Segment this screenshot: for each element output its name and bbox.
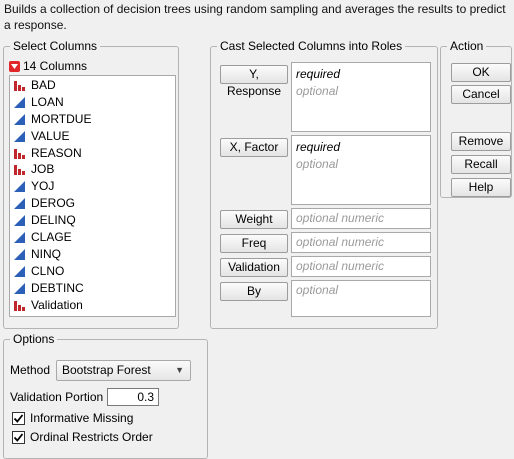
by-placeholder: optional — [296, 283, 339, 297]
column-item-mortdue[interactable]: MORTDUE — [10, 111, 175, 128]
column-item-derog[interactable]: DEROG — [10, 195, 175, 212]
recall-button[interactable]: Recall — [451, 155, 511, 174]
x-factor-optional: optional — [296, 157, 339, 171]
column-item-label: Validation — [31, 297, 83, 312]
chevron-down-icon: ▼ — [175, 365, 184, 375]
continuous-triangle-icon — [13, 113, 26, 126]
column-item-label: CLAGE — [31, 230, 72, 245]
cast-roles-title: Cast Selected Columns into Roles — [217, 38, 406, 54]
column-item-bad[interactable]: BAD — [10, 77, 175, 94]
method-label: Method — [10, 363, 51, 377]
informative-missing-row[interactable]: Informative Missing — [12, 410, 133, 426]
options-panel: Options Method Bootstrap Forest ▼ Valida… — [3, 331, 208, 459]
continuous-triangle-icon — [13, 214, 26, 227]
columns-list[interactable]: BAD LOAN MORTDUE VALUE REASON JOB YOJ DEROG DELI… — [9, 75, 176, 317]
column-item-label: VALUE — [31, 128, 70, 143]
freq-button[interactable]: Freq — [220, 234, 288, 253]
column-item-label: DELINQ — [31, 213, 76, 228]
nominal-bar-icon — [13, 147, 26, 160]
column-item-label: LOAN — [31, 94, 64, 109]
column-item-label: JOB — [31, 162, 55, 177]
ordinal-restricts-checkbox[interactable] — [12, 430, 25, 444]
y-response-required: required — [296, 67, 341, 81]
column-item-delinq[interactable]: DELINQ — [10, 212, 175, 229]
continuous-triangle-icon — [13, 231, 26, 244]
select-columns-title: Select Columns — [10, 38, 101, 54]
x-factor-required: required — [296, 140, 341, 154]
column-item-job[interactable]: JOB — [10, 161, 175, 178]
column-item-label: NINQ — [31, 246, 61, 261]
y-response-button[interactable]: Y, Response — [220, 65, 288, 98]
method-select[interactable]: Bootstrap Forest ▼ — [56, 360, 191, 381]
cast-roles-panel: Cast Selected Columns into Roles Y, Resp… — [210, 38, 438, 329]
column-item-clage[interactable]: CLAGE — [10, 229, 175, 246]
options-title: Options — [10, 331, 58, 347]
remove-button[interactable]: Remove — [451, 132, 511, 151]
columns-count: 14 Columns — [23, 59, 88, 73]
informative-missing-checkbox[interactable] — [12, 411, 25, 425]
column-item-value[interactable]: VALUE — [10, 128, 175, 145]
nominal-bar-icon — [13, 299, 26, 312]
checkmark-icon — [13, 413, 24, 423]
column-item-label: YOJ — [31, 179, 55, 194]
column-item-label: DEBTINC — [31, 280, 84, 295]
help-button[interactable]: Help — [451, 178, 511, 197]
continuous-triangle-icon — [13, 248, 26, 261]
column-item-label: DEROG — [31, 196, 76, 211]
weight-button[interactable]: Weight — [220, 210, 288, 229]
column-item-debtinc[interactable]: DEBTINC — [10, 280, 175, 297]
x-factor-button[interactable]: X, Factor — [220, 138, 288, 157]
column-item-validation[interactable]: Validation — [10, 297, 175, 314]
continuous-triangle-icon — [13, 282, 26, 295]
action-panel: Action OK Cancel Remove Recall Help — [440, 38, 512, 198]
column-item-yoj[interactable]: YOJ — [10, 178, 175, 195]
action-title: Action — [447, 38, 487, 54]
ordinal-restricts-label: Ordinal Restricts Order — [30, 430, 153, 444]
cancel-button[interactable]: Cancel — [451, 85, 511, 104]
continuous-triangle-icon — [13, 130, 26, 143]
validation-portion-label: Validation Portion — [10, 390, 104, 404]
column-item-label: CLNO — [31, 263, 65, 278]
nominal-bar-icon — [13, 79, 26, 92]
continuous-triangle-icon — [13, 265, 26, 278]
ok-button[interactable]: OK — [451, 63, 511, 82]
continuous-triangle-icon — [13, 180, 26, 193]
column-item-label: MORTDUE — [31, 111, 92, 126]
freq-dropzone[interactable]: optional numeric — [291, 232, 431, 253]
dialog-description: Builds a collection of decision trees us… — [4, 2, 506, 32]
column-item-ninq[interactable]: NINQ — [10, 246, 175, 263]
columns-header: 14 Columns — [9, 58, 87, 74]
informative-missing-label: Informative Missing — [30, 411, 134, 425]
column-item-reason[interactable]: REASON — [10, 145, 175, 162]
method-value: Bootstrap Forest — [62, 363, 151, 377]
column-item-label: REASON — [31, 145, 82, 160]
by-button[interactable]: By — [220, 282, 288, 301]
nominal-bar-icon — [13, 163, 26, 176]
by-dropzone[interactable]: optional — [291, 280, 431, 317]
continuous-triangle-icon — [13, 96, 26, 109]
column-item-clno[interactable]: CLNO — [10, 263, 175, 280]
ordinal-restricts-row[interactable]: Ordinal Restricts Order — [12, 429, 153, 445]
validation-portion-input[interactable]: 0.3 — [107, 388, 159, 406]
y-response-dropzone[interactable]: required optional — [291, 62, 431, 132]
column-item-loan[interactable]: LOAN — [10, 94, 175, 111]
weight-dropzone[interactable]: optional numeric — [291, 208, 431, 229]
y-response-optional: optional — [296, 84, 339, 98]
select-columns-panel: Select Columns 14 Columns BAD LOAN MORTDUE… — [3, 38, 179, 329]
checkmark-icon — [13, 432, 24, 442]
validation-button[interactable]: Validation — [220, 258, 288, 277]
x-factor-dropzone[interactable]: required optional — [291, 135, 431, 205]
column-item-label: BAD — [31, 78, 56, 92]
continuous-triangle-icon — [13, 197, 26, 210]
validation-dropzone[interactable]: optional numeric — [291, 256, 431, 277]
columns-menu-icon[interactable] — [9, 60, 20, 72]
